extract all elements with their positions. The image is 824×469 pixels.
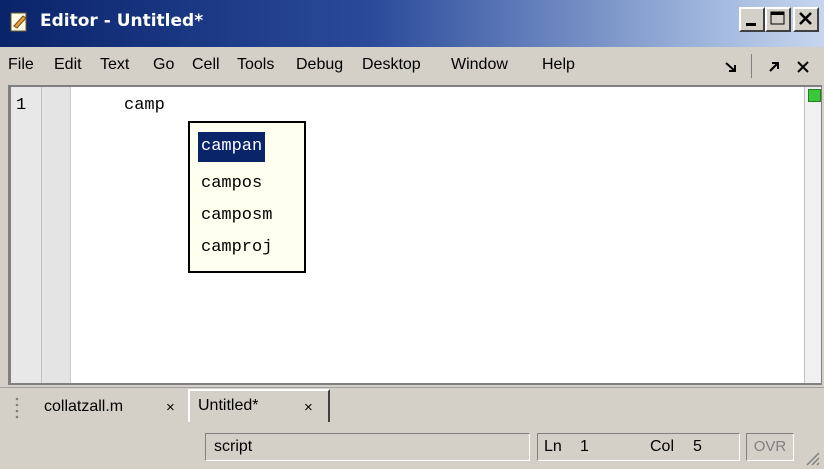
code-line[interactable]: camp	[124, 96, 165, 115]
menu-desktop[interactable]: Desktop	[362, 56, 421, 74]
close-window-button[interactable]	[793, 7, 819, 32]
column-value: 5	[693, 438, 702, 455]
tab-label: Untitled*	[198, 397, 259, 414]
line-label: Ln	[544, 438, 562, 455]
completion-item[interactable]: camposm	[198, 201, 275, 231]
line-value: 1	[580, 438, 589, 455]
ovr-text: OVR	[753, 438, 787, 455]
dock-icon[interactable]	[724, 60, 738, 74]
undock-icon[interactable]	[767, 60, 781, 74]
menu-cell[interactable]: Cell	[192, 56, 220, 74]
tab-label: collatzall.m	[44, 398, 124, 415]
line-number-gutter	[11, 87, 42, 383]
maximize-icon	[770, 11, 785, 25]
tab-untitled[interactable]: Untitled* ×	[188, 389, 330, 422]
menu-edit[interactable]: Edit	[54, 56, 82, 74]
status-mode: script	[205, 433, 530, 461]
code-analyzer-status-indicator[interactable]	[808, 89, 821, 102]
code-folding-column	[42, 87, 71, 383]
editor-icon	[10, 12, 27, 32]
minimize-button[interactable]	[739, 7, 765, 32]
completion-item[interactable]: campan	[198, 132, 266, 162]
close-icon	[799, 12, 812, 25]
menu-debug[interactable]: Debug	[296, 56, 343, 74]
menu-file[interactable]: File	[8, 56, 34, 74]
document-tab-bar: collatzall.m × Untitled* ×	[0, 387, 824, 426]
tab-collatzall[interactable]: collatzall.m ×	[30, 392, 186, 422]
completion-item[interactable]: camproj	[198, 233, 275, 263]
message-bar	[804, 87, 821, 383]
status-position: Ln 1 Col 5	[537, 433, 740, 461]
menu-bar: File Edit Text Go Cell Tools Debug Deskt…	[0, 47, 824, 85]
autocomplete-popup: campan campos camposm camproj	[188, 121, 306, 273]
code-text-area[interactable]	[71, 87, 804, 383]
maximize-button[interactable]	[765, 7, 791, 32]
tab-close-icon[interactable]: ×	[166, 399, 175, 416]
grip-icon[interactable]	[14, 395, 22, 419]
completion-item[interactable]: campos	[198, 169, 265, 199]
menu-text[interactable]: Text	[100, 56, 129, 74]
status-mode-text: script	[214, 438, 253, 455]
tab-close-icon[interactable]: ×	[304, 399, 313, 416]
line-number: 1	[16, 96, 27, 115]
menu-window[interactable]: Window	[451, 56, 508, 74]
minimize-icon	[746, 23, 756, 26]
close-document-icon[interactable]	[795, 59, 811, 75]
column-label: Col	[650, 438, 675, 455]
overwrite-indicator: OVR	[746, 433, 794, 461]
menu-separator	[751, 54, 752, 78]
window-title: Editor - Untitled*	[40, 11, 204, 31]
editor-window: Editor - Untitled* File Edit Text Go Cel…	[0, 0, 824, 469]
menu-go[interactable]: Go	[153, 56, 174, 74]
menu-tools[interactable]: Tools	[237, 56, 274, 74]
menu-help[interactable]: Help	[542, 56, 575, 74]
status-bar: script Ln 1 Col 5 OVR	[0, 428, 824, 469]
resize-grip-icon[interactable]	[804, 450, 820, 466]
title-bar[interactable]: Editor - Untitled*	[0, 0, 824, 47]
